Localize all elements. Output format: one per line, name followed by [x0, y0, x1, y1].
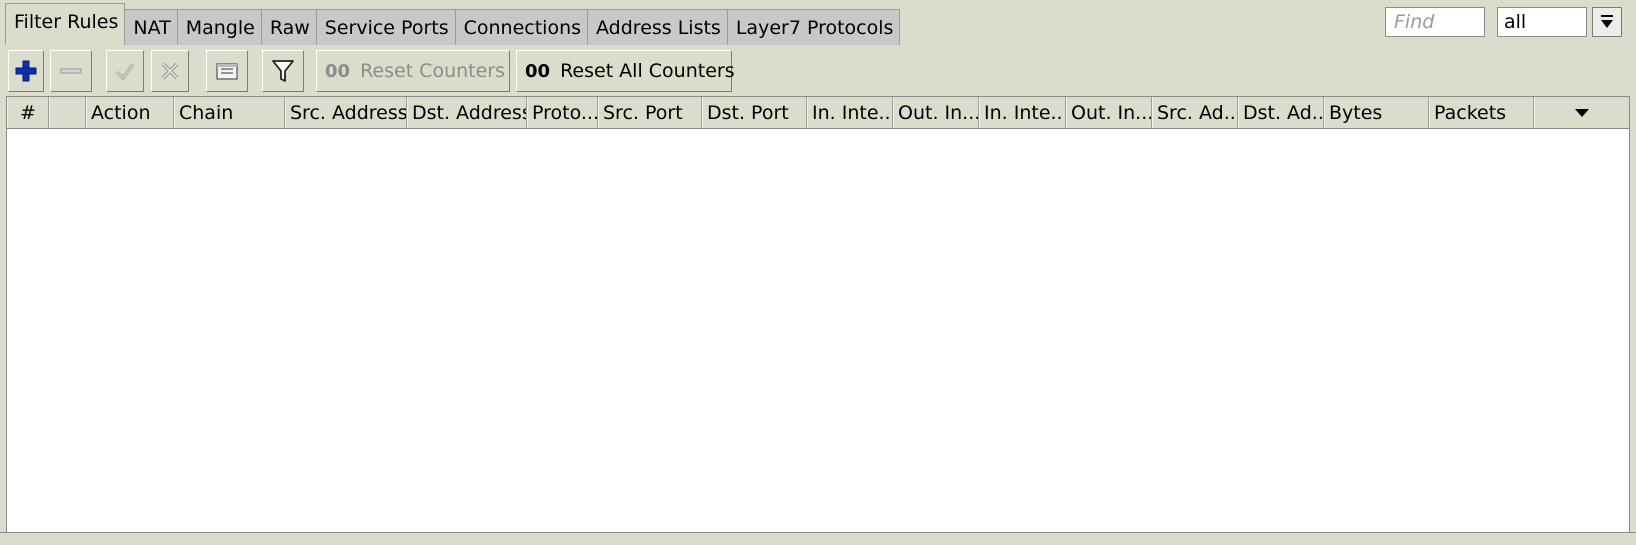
column-label: Out. In...	[1071, 101, 1152, 124]
minus-icon	[60, 68, 82, 74]
filter-select[interactable]: all	[1497, 7, 1587, 37]
find-input[interactable]	[1385, 7, 1485, 37]
filter-select-value: all	[1504, 11, 1527, 33]
column-header-protocol[interactable]: Proto...	[527, 97, 598, 128]
column-header-packets[interactable]: Packets	[1429, 97, 1534, 128]
column-label: Dst. Ad...	[1243, 101, 1324, 124]
table-header: # Action Chain Src. Address Dst. Address…	[7, 97, 1629, 129]
column-header-flags[interactable]	[49, 97, 86, 128]
toolbar: 00 Reset Counters 00 Reset All Counters	[8, 50, 1636, 92]
tab-label: Mangle	[185, 16, 255, 39]
tab-service-ports[interactable]: Service Ports	[315, 9, 456, 45]
column-label: In. Inte..	[812, 101, 891, 124]
column-label: Out. In...	[898, 101, 979, 124]
tab-label: Filter Rules	[14, 10, 119, 33]
tab-layer7-protocols[interactable]: Layer7 Protocols	[726, 9, 901, 45]
column-header-out-interface-list[interactable]: Out. In...	[1066, 97, 1152, 128]
tab-label: Connections	[463, 16, 582, 39]
add-button[interactable]	[8, 50, 44, 92]
column-label: Action	[91, 101, 151, 124]
enable-button[interactable]	[106, 50, 144, 92]
table-body	[7, 129, 1629, 535]
reset-counters-button[interactable]: 00 Reset Counters	[316, 50, 510, 92]
funnel-icon	[272, 60, 294, 82]
filter-button[interactable]	[262, 50, 304, 92]
tab-filter-rules[interactable]: Filter Rules	[5, 3, 126, 45]
column-label: In. Inte..	[984, 101, 1063, 124]
column-header-src-address-list[interactable]: Src. Ad...	[1152, 97, 1238, 128]
column-header-number[interactable]: #	[7, 97, 49, 128]
tab-connections[interactable]: Connections	[454, 9, 589, 45]
column-label: Chain	[179, 101, 234, 124]
column-header-action[interactable]: Action	[86, 97, 174, 128]
tab-label: NAT	[133, 16, 171, 39]
column-label: Src. Port	[603, 101, 683, 124]
column-header-in-interface[interactable]: In. Inte..	[807, 97, 893, 128]
tab-label: Address Lists	[596, 16, 721, 39]
tab-bar: Filter Rules NAT Mangle Raw Service Port…	[5, 3, 901, 45]
tab-label: Layer7 Protocols	[735, 16, 894, 39]
counter-icon: 00	[325, 60, 351, 82]
tab-address-lists[interactable]: Address Lists	[587, 9, 728, 45]
tab-mangle[interactable]: Mangle	[176, 9, 262, 45]
remove-button[interactable]	[50, 50, 92, 92]
column-label: #	[20, 101, 36, 124]
counter-icon: 00	[525, 60, 551, 82]
column-label: Proto...	[532, 101, 598, 124]
column-label: Src. Ad...	[1157, 101, 1238, 124]
disable-button[interactable]	[151, 50, 189, 92]
tab-nat[interactable]: NAT	[124, 9, 178, 45]
reset-all-counters-button[interactable]: 00 Reset All Counters	[516, 50, 735, 92]
column-header-bytes[interactable]: Bytes	[1324, 97, 1429, 128]
triangle-down-icon	[1575, 108, 1589, 117]
tab-raw[interactable]: Raw	[260, 9, 317, 45]
column-header-out-interface[interactable]: Out. In...	[893, 97, 979, 128]
status-bar	[0, 532, 1636, 545]
filter-select-dropdown-button[interactable]	[1592, 7, 1622, 37]
plus-icon	[15, 60, 37, 82]
column-label: Packets	[1434, 101, 1507, 124]
column-header-in-interface-list[interactable]: In. Inte..	[979, 97, 1066, 128]
tab-label: Service Ports	[324, 16, 449, 39]
chevron-down-icon	[1601, 15, 1613, 28]
column-header-dst-address[interactable]: Dst. Address	[407, 97, 527, 128]
column-header-dst-port[interactable]: Dst. Port	[702, 97, 807, 128]
column-header-src-address[interactable]: Src. Address	[285, 97, 407, 128]
cross-icon	[161, 62, 179, 80]
column-label: Src. Address	[290, 101, 407, 124]
check-icon	[115, 63, 135, 81]
column-chooser-button[interactable]	[1534, 97, 1629, 128]
note-icon	[216, 63, 238, 80]
column-header-dst-address-list[interactable]: Dst. Ad...	[1238, 97, 1324, 128]
column-header-chain[interactable]: Chain	[174, 97, 285, 128]
column-label: Dst. Address	[412, 101, 527, 124]
column-label: Bytes	[1329, 101, 1383, 124]
tab-label: Raw	[269, 16, 310, 39]
reset-counters-label: Reset Counters	[360, 60, 506, 82]
filter-rules-table: # Action Chain Src. Address Dst. Address…	[6, 96, 1630, 536]
column-header-src-port[interactable]: Src. Port	[598, 97, 702, 128]
column-label: Dst. Port	[707, 101, 789, 124]
comment-button[interactable]	[206, 50, 248, 92]
reset-all-counters-label: Reset All Counters	[560, 60, 735, 82]
